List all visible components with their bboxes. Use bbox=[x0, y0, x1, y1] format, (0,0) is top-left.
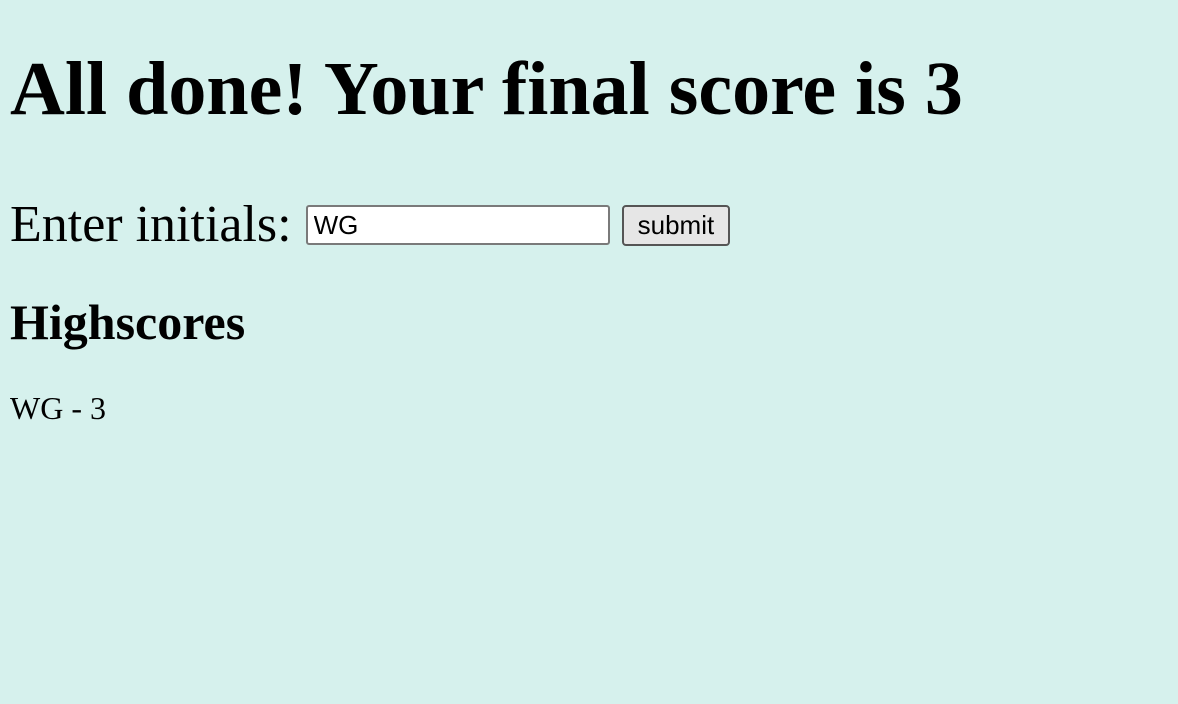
initials-input[interactable] bbox=[305, 205, 610, 245]
final-score-title: All done! Your final score is 3 bbox=[10, 47, 963, 131]
initials-label: Enter initials: bbox=[10, 196, 292, 253]
highscore-entry: WG - 3 bbox=[10, 390, 106, 426]
highscores-heading: Highscores bbox=[10, 294, 246, 350]
quiz-results-page: All done! Your final score is 3 Enter in… bbox=[0, 0, 1178, 704]
highscores-list: WG - 3 bbox=[10, 388, 106, 428]
initials-form: Enter initials: submit bbox=[10, 194, 731, 256]
submit-button[interactable]: submit bbox=[621, 204, 731, 246]
